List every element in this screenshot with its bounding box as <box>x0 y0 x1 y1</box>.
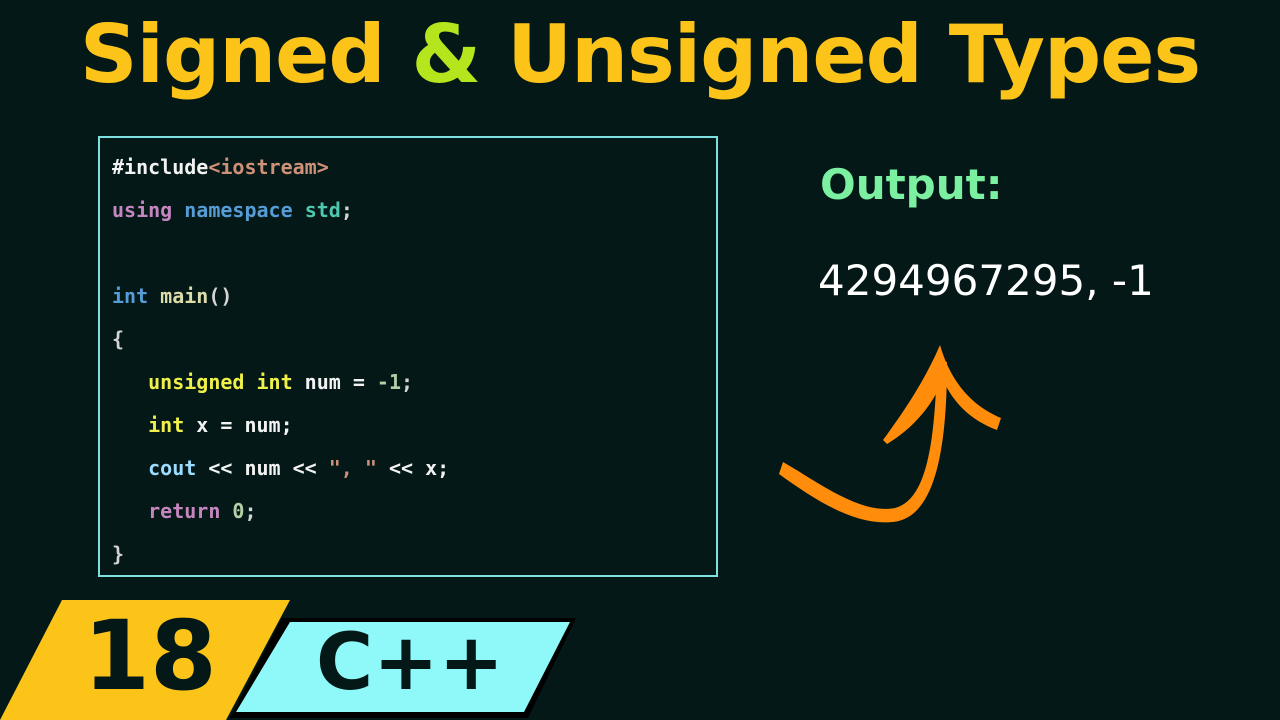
code-token: num = <box>304 370 377 394</box>
code-token: ", " <box>328 456 377 480</box>
curved-arrow-icon <box>779 345 1001 523</box>
code-token: << x; <box>376 456 450 480</box>
code-line: unsigned int num = -1; <box>112 367 449 410</box>
code-token: () <box>208 284 233 308</box>
code-block: #include<iostream> using namespace std; … <box>112 152 449 582</box>
code-line: using namespace std; <box>112 195 449 238</box>
code-panel: #include<iostream> using namespace std; … <box>98 136 718 577</box>
code-line: cout << num << ", " << x; <box>112 453 449 496</box>
title-unsigned-types: Unsigned Types <box>480 8 1201 101</box>
code-token: << num << <box>208 456 329 480</box>
code-token: #include <box>112 155 209 179</box>
code-token: -1 <box>376 370 402 394</box>
code-token: ; <box>401 370 414 394</box>
code-line: int main() <box>112 281 449 324</box>
code-token: x = num; <box>196 413 293 437</box>
code-token: cout <box>148 456 197 480</box>
code-token: int <box>112 284 149 308</box>
code-line: } <box>112 539 449 582</box>
code-token: <iostream> <box>208 155 329 179</box>
output-label: Output: <box>820 160 1003 209</box>
output-value: 4294967295, -1 <box>818 256 1154 305</box>
title-signed: Signed <box>79 8 412 101</box>
page-title: Signed & Unsigned Types <box>0 8 1280 101</box>
code-line: return 0; <box>112 496 449 539</box>
title-ampersand: & <box>411 8 482 101</box>
code-token: { <box>112 327 125 351</box>
code-token: using <box>112 198 173 222</box>
code-token: ; <box>244 499 257 523</box>
code-line: #include<iostream> <box>112 152 449 195</box>
code-token: } <box>112 542 125 566</box>
code-token: 0 <box>232 499 245 523</box>
code-line: { <box>112 324 449 367</box>
code-token: namespace <box>184 198 293 222</box>
code-line: int x = num; <box>112 410 449 453</box>
code-token: ; <box>340 198 353 222</box>
code-token: std <box>304 198 341 222</box>
episode-number: 18 <box>83 600 217 712</box>
code-token: main <box>160 284 209 308</box>
code-token: return <box>148 499 221 523</box>
code-token: int <box>148 413 185 437</box>
code-token: unsigned <box>148 370 245 394</box>
code-token: int <box>256 370 293 394</box>
language-label: C++ <box>316 618 504 708</box>
